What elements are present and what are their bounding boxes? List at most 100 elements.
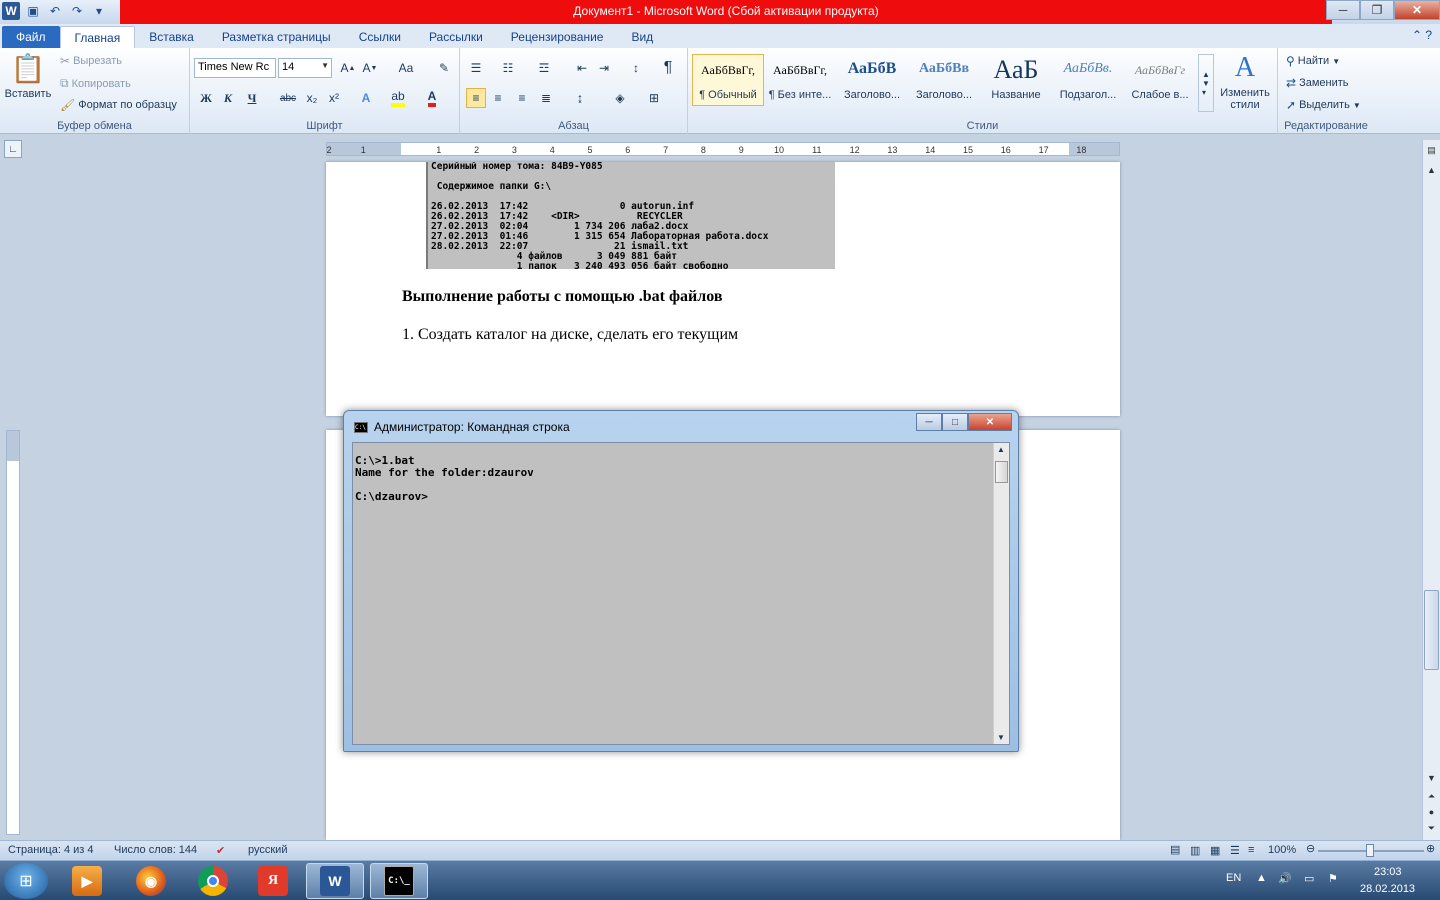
change-case-button[interactable]: Aa bbox=[392, 58, 420, 78]
close-button[interactable]: ✕ bbox=[1394, 0, 1440, 20]
style-subtitle[interactable]: АаБбВв. Подзагол... bbox=[1052, 54, 1124, 106]
scroll-up-icon[interactable]: ▲ bbox=[1423, 162, 1440, 178]
tab-review[interactable]: Рецензирование bbox=[497, 26, 618, 48]
input-language[interactable]: EN bbox=[1226, 872, 1241, 884]
select-button[interactable]: ➚ Выделить ▼ bbox=[1286, 98, 1361, 112]
save-icon[interactable]: ▣ bbox=[24, 2, 42, 20]
outline-icon[interactable]: ☰ bbox=[1230, 844, 1240, 857]
superscript-icon[interactable]: x² bbox=[324, 88, 344, 108]
taskbar-media-player[interactable]: ▶ bbox=[58, 863, 116, 899]
align-center-icon[interactable]: ≡ bbox=[488, 88, 508, 108]
font-color-icon[interactable]: A bbox=[422, 88, 442, 108]
cmd-console[interactable]: C:\>1.bat Name for the folder:dzaurov C:… bbox=[352, 442, 1010, 745]
clock-date[interactable]: 28.02.2013 bbox=[1360, 883, 1415, 895]
document-list-item[interactable]: 1. Создать каталог на диске, сделать его… bbox=[402, 326, 738, 344]
underline-button[interactable]: Ч bbox=[242, 88, 262, 108]
format-painter-button[interactable]: 🖌 Формат по образцу bbox=[60, 98, 177, 112]
taskbar-yandex[interactable]: Я bbox=[244, 863, 302, 899]
show-hidden-icons-icon[interactable]: ▲ bbox=[1256, 872, 1267, 884]
network-icon[interactable]: ▭ bbox=[1304, 872, 1314, 885]
print-layout-icon[interactable]: ▤ bbox=[1170, 843, 1180, 856]
style-no-spacing[interactable]: АаБбВвГг, ¶ Без инте... bbox=[764, 54, 836, 106]
borders-icon[interactable]: ⊞ bbox=[644, 88, 664, 108]
sort-icon[interactable]: ↕ bbox=[626, 58, 646, 78]
bold-button[interactable]: Ж bbox=[196, 88, 216, 108]
tab-view[interactable]: Вид bbox=[617, 26, 667, 48]
web-layout-icon[interactable]: ▦ bbox=[1210, 844, 1220, 857]
taskbar-cmd[interactable]: C:\_ bbox=[370, 863, 428, 899]
style-subtle-emphasis[interactable]: АаБбВвГг Слабое в... bbox=[1124, 54, 1196, 106]
customize-qat-icon[interactable]: ▾ bbox=[90, 2, 108, 20]
style-heading-2[interactable]: АаБбВв Заголово... bbox=[908, 54, 980, 106]
show-marks-button[interactable]: ¶ bbox=[658, 58, 678, 78]
decrease-indent-icon[interactable]: ⇤ bbox=[572, 58, 592, 78]
vertical-ruler[interactable] bbox=[6, 430, 20, 835]
increase-indent-icon[interactable]: ⇥ bbox=[594, 58, 614, 78]
horizontal-ruler[interactable]: 2 1 1 2 3 4 5 6 7 8 9 10 11 12 13 14 15 16 17 18 bbox=[326, 142, 1120, 156]
tab-references[interactable]: Ссылки bbox=[345, 26, 415, 48]
cmd-scrollbar[interactable]: ▲ ▼ bbox=[993, 443, 1009, 744]
taskbar-firefox[interactable]: ◉ bbox=[122, 863, 180, 899]
style-title[interactable]: АаБ Название bbox=[980, 54, 1052, 106]
subscript-icon[interactable]: x₂ bbox=[302, 88, 322, 108]
numbering-icon[interactable]: ☷ bbox=[498, 58, 518, 78]
tab-mailings[interactable]: Рассылки bbox=[415, 26, 497, 48]
command-prompt-window[interactable]: C:\ Администратор: Командная строка ─ □ … bbox=[343, 410, 1019, 752]
taskbar-chrome[interactable] bbox=[184, 863, 242, 899]
zoom-in-icon[interactable]: ⊕ bbox=[1426, 842, 1435, 855]
shrink-font-icon[interactable]: A ▼ bbox=[360, 58, 380, 78]
font-size-combo[interactable]: 14 ▼ bbox=[278, 58, 332, 78]
tab-home[interactable]: Главная bbox=[59, 26, 136, 48]
copy-button[interactable]: ⧉ Копировать bbox=[60, 76, 131, 91]
grow-font-icon[interactable]: A ▲ bbox=[338, 58, 358, 78]
shading-icon[interactable]: ◈ bbox=[610, 88, 630, 108]
style-heading-1[interactable]: АаБбВ Заголово... bbox=[836, 54, 908, 106]
document-scrollbar[interactable]: ▤ ▲ ▼ ⏶ ● ⏷ bbox=[1422, 140, 1440, 840]
view-ruler-icon[interactable]: ▤ bbox=[1423, 142, 1440, 158]
align-right-icon[interactable]: ≡ bbox=[512, 88, 532, 108]
paste-button[interactable]: 📋 Вставить bbox=[4, 52, 52, 100]
change-styles-button[interactable]: A Изменить стили bbox=[1218, 52, 1272, 111]
start-button[interactable]: ⊞ bbox=[4, 863, 48, 899]
cmd-maximize-button[interactable]: □ bbox=[942, 413, 968, 431]
redo-icon[interactable]: ↷ bbox=[68, 2, 86, 20]
cmd-scroll-up-icon[interactable]: ▲ bbox=[997, 445, 1005, 454]
word-count[interactable]: Число слов: 144 bbox=[114, 844, 197, 856]
scrollbar-thumb[interactable] bbox=[1424, 590, 1439, 670]
tab-page-layout[interactable]: Разметка страницы bbox=[208, 26, 345, 48]
select-browse-object-icon[interactable]: ● bbox=[1423, 804, 1440, 820]
undo-icon[interactable]: ↶ bbox=[46, 2, 64, 20]
full-screen-reading-icon[interactable]: ▥ bbox=[1190, 844, 1200, 857]
proofing-icon[interactable]: ✔ bbox=[216, 844, 225, 857]
bullets-icon[interactable]: ☰ bbox=[466, 58, 486, 78]
previous-page-icon[interactable]: ⏶ bbox=[1423, 788, 1440, 804]
highlight-icon[interactable]: ab bbox=[388, 88, 408, 108]
maximize-button[interactable]: ❐ bbox=[1360, 0, 1394, 20]
zoom-slider-thumb[interactable] bbox=[1366, 844, 1374, 857]
justify-icon[interactable]: ≣ bbox=[536, 88, 556, 108]
clock-time[interactable]: 23:03 bbox=[1374, 866, 1402, 878]
action-center-icon[interactable]: ⚑ bbox=[1328, 872, 1338, 885]
cmd-minimize-button[interactable]: ─ bbox=[916, 413, 942, 431]
tab-file[interactable]: Файл bbox=[2, 26, 60, 48]
help-icon[interactable]: ⌃ ? bbox=[1412, 28, 1432, 42]
word-app-icon[interactable]: W bbox=[2, 2, 20, 20]
tab-selector-icon[interactable]: ∟ bbox=[4, 140, 22, 158]
language-indicator[interactable]: русский bbox=[248, 844, 287, 856]
draft-icon[interactable]: ≡ bbox=[1248, 844, 1254, 856]
cmd-scrollbar-thumb[interactable] bbox=[995, 461, 1008, 483]
multilevel-list-icon[interactable]: ☲ bbox=[534, 58, 554, 78]
styles-scroll-icon[interactable]: ▲ ▼ ▾ bbox=[1198, 54, 1214, 112]
cmd-close-button[interactable]: ✕ bbox=[968, 413, 1012, 431]
scroll-down-icon[interactable]: ▼ bbox=[1423, 770, 1440, 786]
strikethrough-button[interactable]: abc bbox=[278, 88, 298, 108]
tab-insert[interactable]: Вставка bbox=[135, 26, 208, 48]
clear-formatting-icon[interactable]: ✎ bbox=[434, 58, 454, 78]
document-heading[interactable]: Выполнение работы с помощью .bat файлов bbox=[402, 288, 722, 306]
replace-button[interactable]: ⇄ Заменить bbox=[1286, 76, 1349, 90]
cmd-scroll-down-icon[interactable]: ▼ bbox=[997, 733, 1005, 742]
page-count[interactable]: Страница: 4 из 4 bbox=[8, 844, 94, 856]
font-name-combo[interactable]: Times New Rc bbox=[194, 58, 276, 78]
italic-button[interactable]: К bbox=[218, 88, 238, 108]
taskbar-word[interactable]: W bbox=[306, 863, 364, 899]
